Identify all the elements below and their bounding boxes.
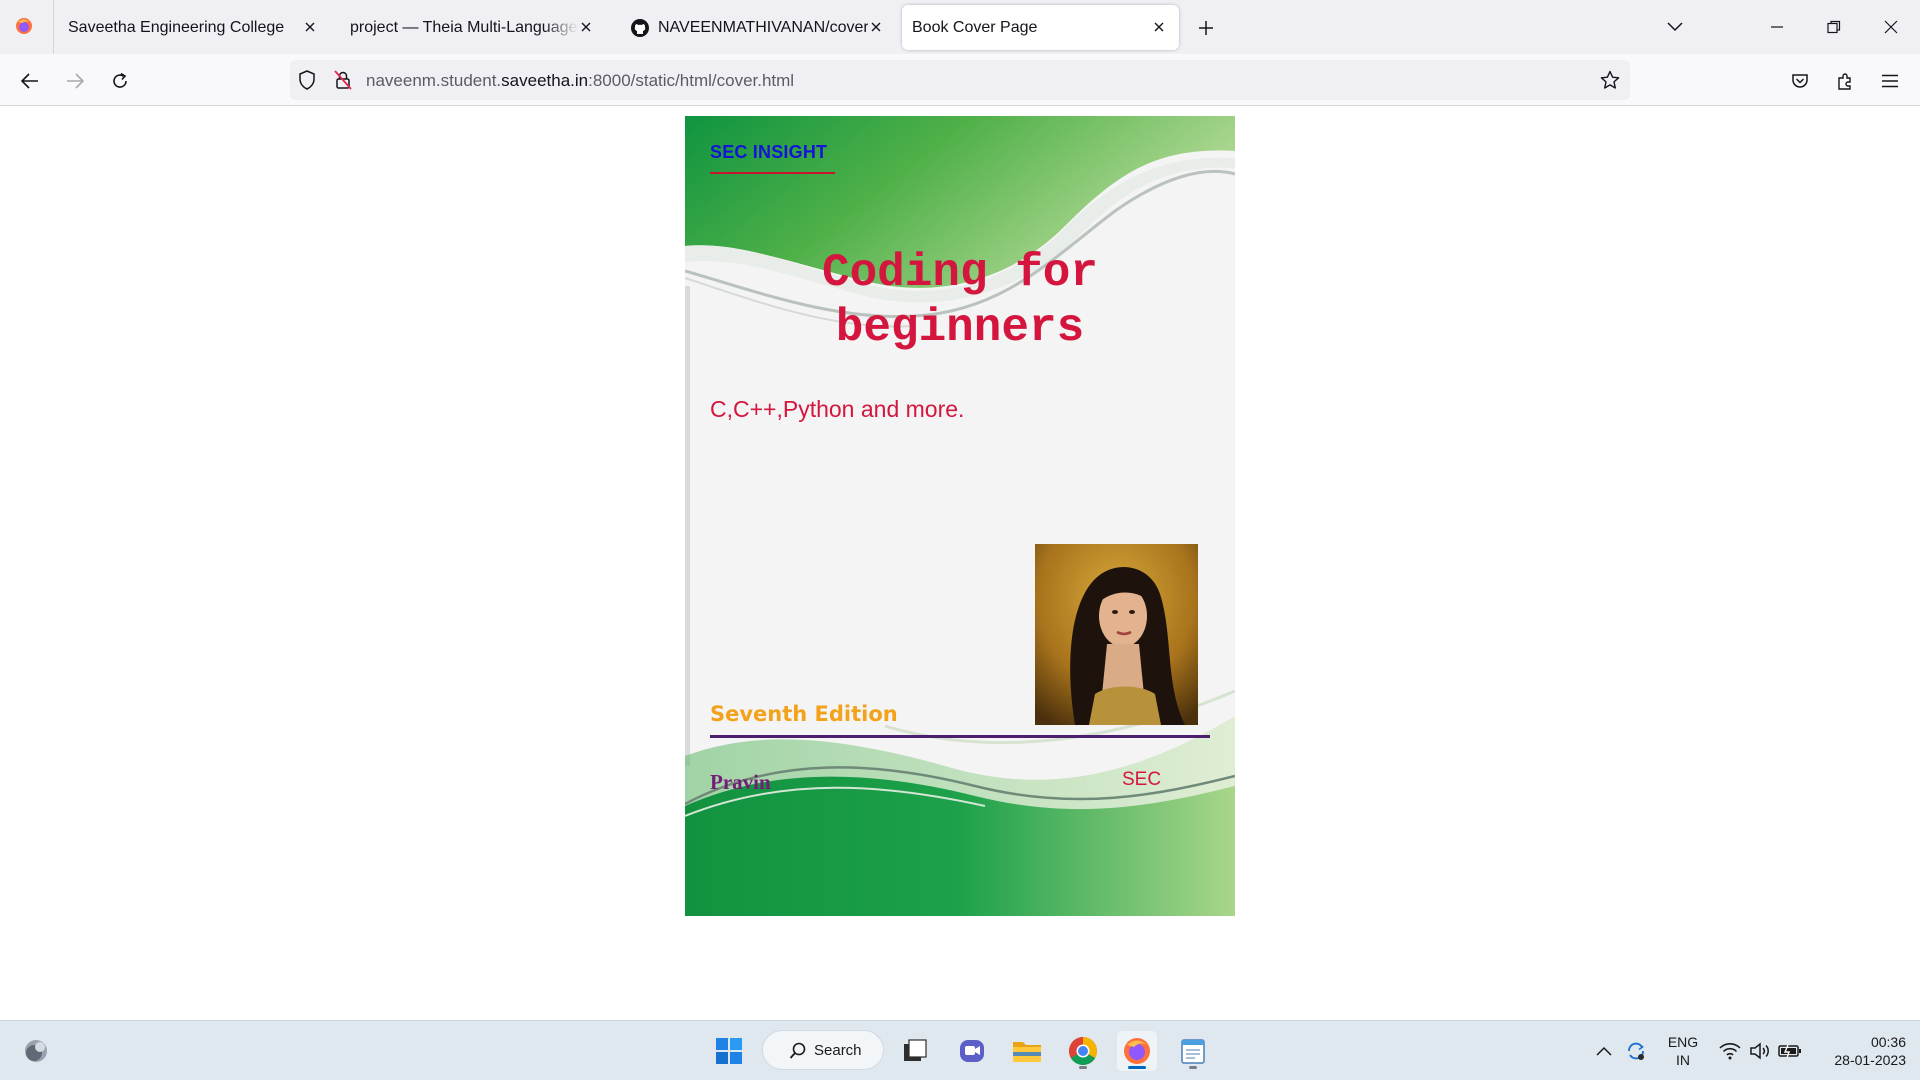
- close-window-button[interactable]: [1876, 12, 1906, 42]
- close-icon[interactable]: [866, 17, 886, 37]
- book-cover: SEC INSIGHT Coding for beginners C,C++,P…: [685, 116, 1235, 916]
- book-title-line-1: Coding for: [821, 247, 1099, 299]
- tab-theia-project[interactable]: project — Theia Multi-Language Ex: [336, 5, 606, 50]
- start-icon[interactable]: [709, 1031, 749, 1071]
- tab-label: Book Cover Page: [912, 18, 1038, 36]
- navigation-toolbar: naveenm.student.saveetha.in:8000/static/…: [0, 54, 1920, 106]
- brand-name: SEC INSIGHT: [710, 142, 828, 162]
- insecure-connection-lock-icon[interactable]: [334, 70, 352, 95]
- wifi-icon[interactable]: [1716, 1031, 1744, 1071]
- url-host: saveetha.in: [501, 71, 589, 90]
- tab-label: NAVEENMATHIVANAN/cover: [658, 18, 868, 36]
- clock-date: 28-01-2023: [1834, 1052, 1906, 1068]
- back-button[interactable]: [15, 66, 45, 96]
- file-explorer-icon[interactable]: [1007, 1031, 1047, 1071]
- battery-charging-icon[interactable]: [1776, 1031, 1804, 1071]
- firefox-view-icon[interactable]: [14, 16, 34, 36]
- language-code: ENG: [1667, 1034, 1699, 1050]
- tab-saveetha[interactable]: Saveetha Engineering College: [54, 5, 330, 50]
- bookmark-star-icon[interactable]: [1600, 70, 1620, 95]
- active-indicator: [1128, 1066, 1146, 1069]
- github-icon: [630, 18, 650, 38]
- new-tab-button[interactable]: [1192, 14, 1220, 42]
- url-text[interactable]: naveenm.student.saveetha.in:8000/static/…: [366, 71, 794, 91]
- author-name: Pravin: [710, 770, 771, 794]
- author-photo: [1035, 544, 1198, 725]
- tab-label: Saveetha Engineering College: [68, 18, 285, 36]
- edition-label: Seventh Edition: [710, 702, 898, 726]
- url-suffix: :8000/static/html/cover.html: [588, 71, 795, 90]
- sync-icon[interactable]: [1622, 1031, 1650, 1071]
- windows-taskbar: Search ENG IN 00:36 28-01-2023: [0, 1020, 1920, 1080]
- tracking-protection-shield-icon[interactable]: [298, 70, 316, 95]
- running-indicator: [1189, 1066, 1197, 1069]
- search-icon: [789, 1042, 807, 1064]
- chrome-icon[interactable]: [1063, 1031, 1103, 1071]
- close-icon[interactable]: [576, 17, 596, 37]
- forward-button[interactable]: [60, 66, 90, 96]
- pocket-icon[interactable]: [1785, 66, 1815, 96]
- url-prefix: naveenm.student.: [366, 71, 502, 90]
- tab-github-cover[interactable]: NAVEENMATHIVANAN/cover: [618, 5, 896, 50]
- hamburger-menu-icon[interactable]: [1875, 66, 1905, 96]
- task-view-icon[interactable]: [895, 1031, 935, 1071]
- taskbar-search[interactable]: Search: [762, 1030, 884, 1070]
- publisher-name: SEC: [1122, 769, 1162, 790]
- show-hidden-icons-chevron-up-icon[interactable]: [1592, 1031, 1616, 1071]
- address-bar[interactable]: naveenm.student.saveetha.in:8000/static/…: [290, 60, 1630, 100]
- close-icon[interactable]: [1149, 17, 1169, 37]
- language-indicator[interactable]: ENG IN: [1666, 1033, 1700, 1069]
- running-indicator: [1079, 1066, 1087, 1069]
- volume-icon[interactable]: [1746, 1031, 1774, 1071]
- edition-divider: [710, 735, 1210, 738]
- teams-chat-icon[interactable]: [952, 1031, 992, 1071]
- book-subtitle: C,C++,Python and more.: [710, 396, 965, 422]
- brand-underline: [710, 172, 835, 174]
- clock-time: 00:36: [1870, 1034, 1906, 1050]
- tab-bar: Saveetha Engineering College project — T…: [0, 0, 1920, 54]
- reload-button[interactable]: [105, 66, 135, 96]
- minimize-button[interactable]: [1762, 12, 1792, 42]
- widgets-icon[interactable]: [16, 1031, 56, 1071]
- book-title-line-2: beginners: [835, 302, 1085, 354]
- clock[interactable]: 00:36 28-01-2023: [1812, 1033, 1906, 1069]
- notepad-app-icon[interactable]: [1173, 1031, 1213, 1071]
- search-label: Search: [814, 1041, 862, 1059]
- list-all-tabs-button[interactable]: [1660, 12, 1690, 42]
- region-code: IN: [1676, 1052, 1690, 1068]
- book-title: Coding for beginners: [725, 246, 1195, 356]
- tab-book-cover-page[interactable]: Book Cover Page: [902, 5, 1179, 50]
- firefox-icon[interactable]: [1117, 1031, 1157, 1071]
- tab-label: project — Theia Multi-Language Ex: [350, 18, 578, 36]
- extensions-puzzle-icon[interactable]: [1830, 66, 1860, 96]
- cover-background-waves: [685, 116, 1235, 916]
- close-icon[interactable]: [300, 17, 320, 37]
- restore-button[interactable]: [1819, 12, 1849, 42]
